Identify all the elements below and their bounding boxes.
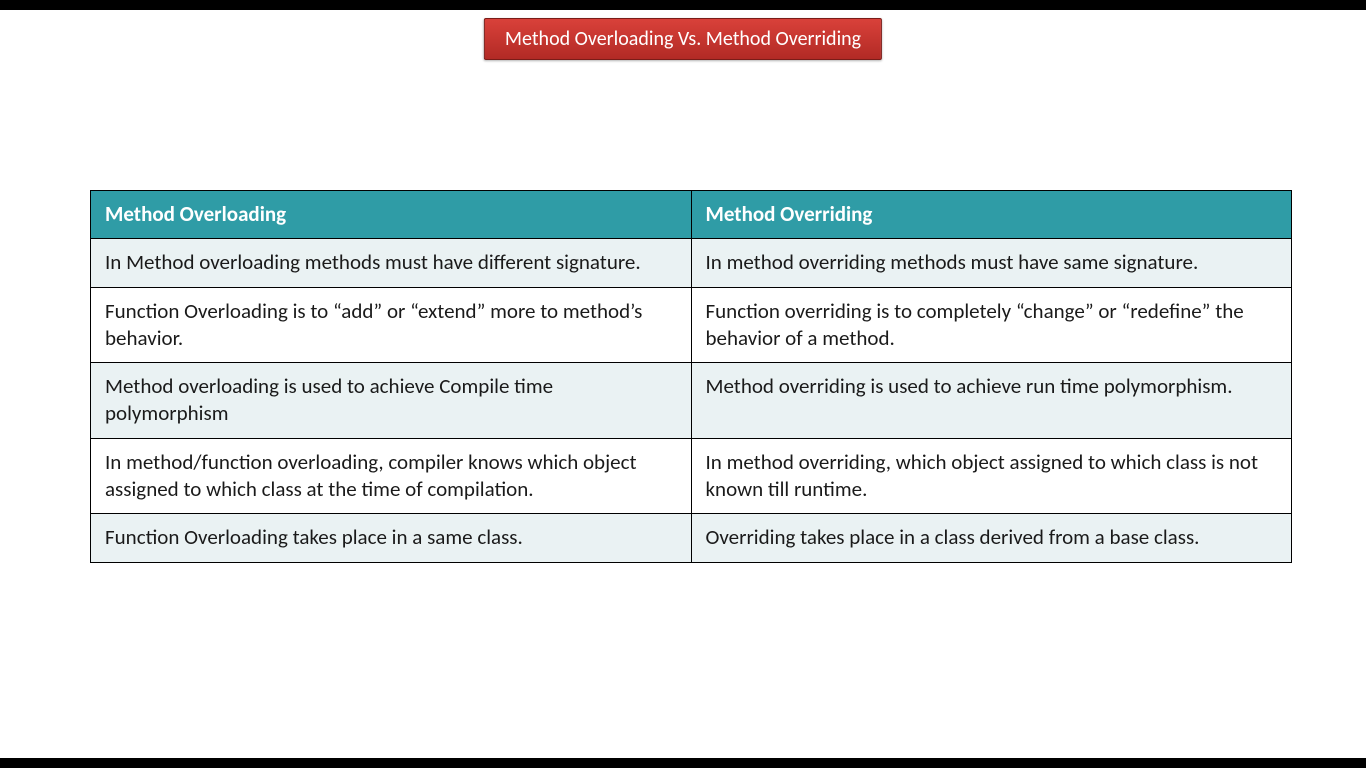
slide-title: Method Overloading Vs. Method Overriding xyxy=(484,18,882,60)
top-border-bar xyxy=(0,0,1366,10)
cell-overloading: In Method overloading methods must have … xyxy=(91,239,692,287)
table-row: Method overloading is used to achieve Co… xyxy=(91,363,1292,439)
cell-overriding: In method overriding methods must have s… xyxy=(691,239,1292,287)
cell-overriding: In method overriding, which object assig… xyxy=(691,438,1292,514)
header-overriding: Method Overriding xyxy=(691,191,1292,239)
cell-overloading: Function Overloading is to “add” or “ext… xyxy=(91,287,692,363)
cell-overloading: In method/function overloading, compiler… xyxy=(91,438,692,514)
table-row: Function Overloading is to “add” or “ext… xyxy=(91,287,1292,363)
table-row: Function Overloading takes place in a sa… xyxy=(91,514,1292,562)
cell-overloading: Function Overloading takes place in a sa… xyxy=(91,514,692,562)
bottom-border-bar xyxy=(0,758,1366,768)
table-header-row: Method Overloading Method Overriding xyxy=(91,191,1292,239)
cell-overriding: Function overriding is to completely “ch… xyxy=(691,287,1292,363)
comparison-table-container: Method Overloading Method Overriding In … xyxy=(90,190,1292,563)
header-overloading: Method Overloading xyxy=(91,191,692,239)
cell-overloading: Method overloading is used to achieve Co… xyxy=(91,363,692,439)
table-row: In Method overloading methods must have … xyxy=(91,239,1292,287)
cell-overriding: Method overriding is used to achieve run… xyxy=(691,363,1292,439)
table-row: In method/function overloading, compiler… xyxy=(91,438,1292,514)
cell-overriding: Overriding takes place in a class derive… xyxy=(691,514,1292,562)
comparison-table: Method Overloading Method Overriding In … xyxy=(90,190,1292,563)
